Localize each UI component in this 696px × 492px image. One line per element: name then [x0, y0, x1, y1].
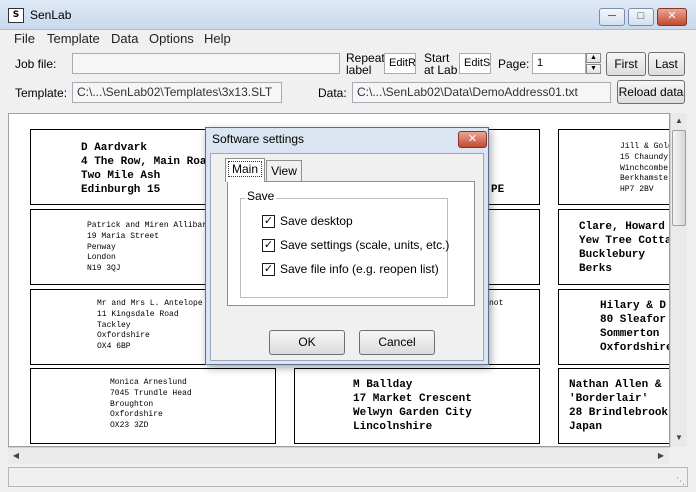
tab-main[interactable]: Main [225, 158, 265, 182]
resize-grip-icon[interactable]: ⋱ [676, 476, 685, 487]
page-input[interactable]: 1 [532, 53, 586, 74]
data-label: Data: [318, 86, 347, 100]
save-desktop-checkbox[interactable]: ✓ [262, 215, 275, 228]
page-down-button[interactable]: ▼ [586, 64, 601, 74]
address-label[interactable]: Monica Arneslund 7045 Trundle Head Broug… [30, 368, 276, 444]
tab-panel-main: Save ✓ Save desktop ✓ Save settings (sca… [227, 181, 475, 306]
address-text: Jill & Gold 15 Chaundy Winchcombe Berkha… [620, 142, 670, 195]
first-page-button[interactable]: First [606, 52, 646, 76]
scroll-right-icon[interactable]: ▶ [653, 448, 669, 464]
address-text: D Aardvark 4 The Row, Main Road Two Mile… [81, 142, 214, 196]
cancel-button[interactable]: Cancel [359, 330, 435, 355]
address-text: not [489, 299, 504, 308]
start-at-input[interactable]: EditSt [459, 53, 491, 74]
dialog-close-button[interactable]: ✕ [458, 131, 487, 148]
address-text: M Ballday 17 Market Crescent Welwyn Gard… [353, 379, 472, 433]
page-label: Page: [498, 57, 530, 71]
save-group-label: Save [245, 189, 277, 203]
scroll-up-icon[interactable]: ▲ [671, 113, 687, 129]
minimize-button[interactable]: ─ [599, 8, 625, 26]
job-file-input[interactable] [72, 53, 340, 74]
address-text: PE [491, 184, 505, 196]
menu-bar: File Template Data Options Help [0, 30, 696, 48]
menu-data[interactable]: Data [111, 31, 138, 46]
page-up-button[interactable]: ▲ [586, 53, 601, 63]
template-path-field[interactable]: C:\...\SenLab02\Templates\3x13.SLT [72, 82, 282, 103]
menu-file[interactable]: File [14, 31, 35, 46]
maximize-icon: □ [637, 10, 645, 22]
save-settings-label[interactable]: Save settings (scale, units, etc.) [280, 238, 449, 252]
status-bar [8, 467, 688, 487]
save-desktop-label[interactable]: Save desktop [280, 214, 353, 228]
tab-main-label: Main [227, 161, 262, 177]
ok-button[interactable]: OK [269, 330, 345, 355]
spin-down-icon: ▼ [590, 65, 597, 72]
menu-template[interactable]: Template [47, 31, 100, 46]
menu-options[interactable]: Options [149, 31, 194, 46]
save-file-info-checkbox[interactable]: ✓ [262, 263, 275, 276]
save-settings-checkbox[interactable]: ✓ [262, 239, 275, 252]
address-label[interactable]: M Ballday 17 Market Crescent Welwyn Gard… [294, 368, 540, 444]
address-text: Patrick and Miren Allibar 19 Maria Stree… [87, 221, 208, 274]
scroll-down-icon[interactable]: ▼ [671, 430, 687, 446]
data-path-field[interactable]: C:\...\SenLab02\Data\DemoAddress01.txt [352, 82, 611, 103]
maximize-button[interactable]: □ [628, 8, 654, 26]
close-icon: ✕ [467, 133, 478, 145]
scroll-left-icon[interactable]: ◀ [8, 448, 24, 464]
start-at-line2: at Lab [424, 63, 458, 77]
address-label[interactable]: Jill & Gold 15 Chaundy Winchcombe Berkha… [558, 129, 670, 205]
checkmark-icon: ✓ [263, 215, 274, 227]
repeat-label-line2: label [346, 63, 372, 77]
minimize-icon: ─ [608, 10, 616, 22]
dialog-title: Software settings [212, 132, 305, 146]
save-file-info-label[interactable]: Save file info (e.g. reopen list) [280, 262, 439, 276]
address-text: Nathan Allen & 'Borderlair' 28 Brindlebr… [569, 379, 669, 433]
address-text: Hilary & D 80 Sleafor Sommerton Oxfordsh… [600, 300, 670, 354]
title-bar: S SenLab ─ □ ✕ [0, 0, 696, 30]
window-title: SenLab [30, 8, 72, 22]
scrollbar-corner [670, 447, 687, 464]
dialog-body: Main View Save ✓ Save desktop ✓ Save set… [210, 153, 484, 361]
menu-help[interactable]: Help [204, 31, 231, 46]
start-at-label-label: Start at Lab [424, 52, 457, 76]
address-label[interactable]: Nathan Allen & 'Borderlair' 28 Brindlebr… [558, 368, 669, 444]
tab-view[interactable]: View [266, 160, 302, 182]
reload-data-button[interactable]: Reload data [617, 80, 685, 104]
job-file-label: Job file: [15, 57, 57, 71]
last-page-button[interactable]: Last [648, 52, 685, 76]
repeat-label-input[interactable]: EditR [384, 53, 416, 74]
address-label[interactable]: Clare, Howard Yew Tree Cotta Bucklebury … [558, 209, 670, 285]
address-text: Monica Arneslund 7045 Trundle Head Broug… [110, 378, 192, 431]
address-text: Mr and Mrs L. Antelope 11 Kingsdale Road… [97, 299, 203, 352]
spin-up-icon: ▲ [590, 54, 597, 61]
checkmark-icon: ✓ [263, 263, 274, 275]
close-button[interactable]: ✕ [657, 8, 687, 26]
template-label: Template: [15, 86, 68, 100]
address-text: Clare, Howard Yew Tree Cotta Bucklebury … [579, 221, 670, 275]
repeat-label-label: Repeat label [346, 52, 385, 76]
vertical-scroll-thumb[interactable] [672, 130, 686, 226]
vertical-scrollbar[interactable]: ▲ ▼ [670, 113, 687, 447]
software-settings-dialog: Software settings ✕ Main View Save ✓ Sav… [205, 127, 489, 365]
senlab-app-icon[interactable]: S [8, 8, 24, 23]
horizontal-scrollbar[interactable]: ◀ ▶ [8, 447, 670, 464]
close-icon: ✕ [667, 10, 677, 22]
address-label[interactable]: Hilary & D 80 Sleafor Sommerton Oxfordsh… [558, 289, 670, 365]
checkmark-icon: ✓ [263, 239, 274, 251]
